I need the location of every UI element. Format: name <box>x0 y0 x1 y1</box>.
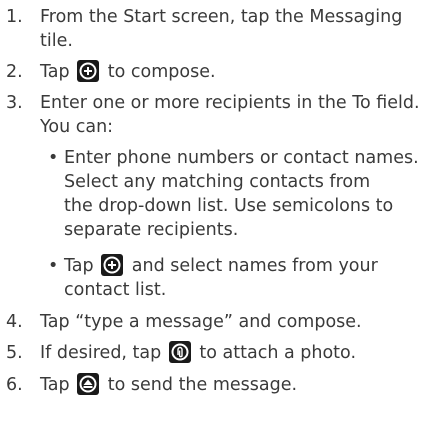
instructions-document: 1. From the Start screen, tap the Messag… <box>0 0 436 425</box>
attach-icon <box>168 341 191 363</box>
step-text: Tap “type a message” and compose. <box>40 312 362 332</box>
step-text: Tap to compose. <box>40 60 216 82</box>
step-number: 5. <box>6 343 23 363</box>
step-number: 6. <box>6 375 23 395</box>
step-text: Tap to send the message. <box>40 373 298 395</box>
step-text: If desired, tap to attach a photo. <box>40 341 357 363</box>
step-number: 3. <box>6 93 23 113</box>
step-number: 4. <box>6 312 23 332</box>
add-contact-icon <box>101 254 124 276</box>
bullet-dot: • <box>48 256 59 276</box>
bullet-dot: • <box>48 148 59 168</box>
step-text: Enter one or more recipients in the To f… <box>40 93 420 137</box>
compose-icon <box>77 60 100 82</box>
bullet-text: Enter phone numbers or contact names. Se… <box>64 148 419 240</box>
bullet-text: Tap and select names from your contact l… <box>64 254 378 300</box>
step-number: 1. <box>6 7 23 27</box>
step-number: 2. <box>6 62 23 82</box>
send-icon <box>77 373 100 395</box>
step-text: From the Start screen, tap the Messaging… <box>40 7 403 51</box>
